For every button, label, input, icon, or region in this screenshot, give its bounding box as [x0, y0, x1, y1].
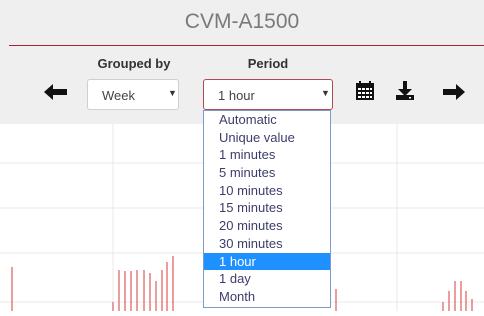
arrow-left-icon[interactable]	[42, 82, 70, 102]
period-option[interactable]: 15 minutes	[204, 199, 330, 217]
period-option[interactable]: 10 minutes	[204, 182, 330, 200]
grouped-by-label: Grouped by	[97, 56, 171, 71]
grouped-by-select[interactable]: Week ▼	[87, 79, 179, 110]
arrow-right-icon[interactable]	[441, 82, 467, 102]
period-select[interactable]: 1 hour ▼	[203, 79, 333, 110]
period-option[interactable]: Unique value	[204, 129, 330, 147]
download-icon[interactable]	[394, 80, 416, 102]
calendar-icon[interactable]	[354, 80, 376, 102]
period-option[interactable]: 1 day	[204, 270, 330, 288]
chevron-down-icon: ▼	[321, 88, 330, 98]
app-header: CVM-A1500	[0, 0, 484, 46]
period-option[interactable]: 5 minutes	[204, 164, 330, 182]
period-option[interactable]: 1 hour	[204, 252, 330, 271]
period-option[interactable]: Automatic	[204, 111, 330, 129]
period-dropdown-list[interactable]: Automatic Unique value 1 minutes 5 minutes 1…	[203, 110, 331, 308]
period-option[interactable]: Month	[204, 288, 330, 306]
period-option[interactable]: 20 minutes	[204, 217, 330, 235]
period-option[interactable]: 1 minutes	[204, 146, 330, 164]
period-option[interactable]: 30 minutes	[204, 235, 330, 253]
chevron-down-icon: ▼	[168, 88, 177, 98]
period-label: Period	[247, 56, 289, 71]
grouped-by-value: Week	[102, 88, 135, 103]
page-title: CVM-A1500	[184, 10, 300, 33]
